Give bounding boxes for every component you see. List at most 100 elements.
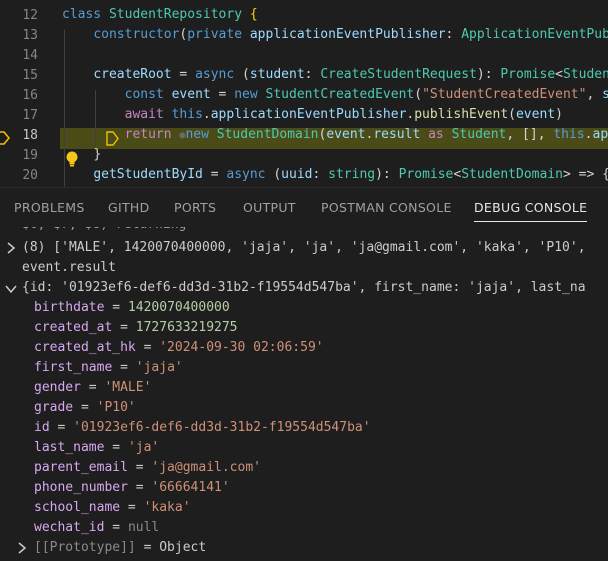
code-token: getStudentById bbox=[93, 167, 203, 182]
debug-console-output[interactable]: $6, $7, $8) returning * (8) ['MALE', 142… bbox=[0, 227, 608, 561]
code-editor[interactable]: 3 12class StudentRepository {13 construc… bbox=[0, 0, 608, 187]
code-token: async bbox=[226, 167, 274, 182]
property-key: wechat_id bbox=[34, 520, 105, 535]
property-value: 1727633219275 bbox=[135, 320, 238, 335]
code-token: { bbox=[249, 7, 258, 22]
property-row[interactable]: created_at_hk = '2024-09-30 02:06:59' bbox=[34, 338, 324, 358]
code-token: ApplicationEventPubli bbox=[461, 27, 608, 42]
code-token: ( bbox=[414, 87, 423, 102]
code-token: } bbox=[93, 147, 102, 162]
console-log-line-partial: $6, $7, $8) returning * bbox=[22, 227, 202, 235]
property-row[interactable]: created_at = 1727633219275 bbox=[34, 318, 238, 338]
equals-sign: = bbox=[49, 420, 74, 435]
prototype-row[interactable]: [[Prototype]] = Object bbox=[34, 538, 206, 558]
property-key: parent_email bbox=[34, 460, 128, 475]
tab-postman-console[interactable]: POSTMAN CONSOLE bbox=[321, 188, 452, 228]
code-line[interactable]: return ●new StudentDomain(event.result a… bbox=[62, 125, 608, 145]
property-key: created_at_hk bbox=[34, 340, 136, 355]
code-token: ( bbox=[242, 67, 250, 82]
property-row[interactable]: id = '01923ef6-def6-dd3d-31b2-f19554d547… bbox=[34, 418, 371, 438]
code-token: StudentRepository bbox=[108, 7, 243, 22]
code-token: uuid bbox=[281, 167, 313, 182]
code-token: Promise bbox=[500, 67, 556, 82]
line-number: 16 bbox=[22, 88, 38, 103]
code-line[interactable]: const event = new StudentCreatedEvent("S… bbox=[62, 85, 608, 105]
property-row[interactable]: grade = 'P10' bbox=[34, 398, 136, 418]
property-row[interactable]: last_name = 'ja' bbox=[34, 438, 159, 458]
line-number: 15 bbox=[22, 68, 38, 83]
equals-sign: = bbox=[112, 360, 136, 375]
lightbulb-icon[interactable] bbox=[64, 150, 80, 168]
property-row[interactable]: first_name = 'jaja' bbox=[34, 358, 183, 378]
chevron-down-icon[interactable] bbox=[5, 284, 17, 294]
code-token: event bbox=[171, 87, 211, 102]
tab-ports[interactable]: PORTS bbox=[174, 188, 216, 228]
code-token: = bbox=[210, 87, 235, 102]
property-row[interactable]: school_name = 'kaka' bbox=[34, 498, 191, 518]
property-value: 'ja@gmail.com' bbox=[151, 460, 261, 475]
property-value: 'jaja' bbox=[135, 360, 183, 375]
chevron-right-icon[interactable] bbox=[6, 242, 16, 254]
equals-sign: = bbox=[127, 460, 152, 475]
code-token: publishEvent bbox=[414, 107, 509, 122]
code-token: ( bbox=[508, 107, 516, 122]
tab-githd[interactable]: GITHD bbox=[108, 188, 150, 228]
breakpoint-arrow-icon[interactable] bbox=[0, 130, 10, 146]
property-key: last_name bbox=[34, 440, 105, 455]
code-line[interactable]: class StudentRepository { bbox=[62, 5, 258, 25]
inline-breakpoint-icon[interactable] bbox=[106, 131, 119, 146]
code-line[interactable]: await this.applicationEventPublisher.pub… bbox=[62, 105, 563, 125]
code-token: CreateStudentRequest bbox=[320, 67, 477, 82]
code-line[interactable]: getStudentById = async (uuid: string): P… bbox=[62, 165, 608, 185]
code-token: . bbox=[584, 127, 593, 142]
equals-sign: = bbox=[135, 340, 160, 355]
property-row[interactable]: wechat_id = null bbox=[34, 518, 159, 538]
code-token: return bbox=[124, 127, 180, 142]
property-row[interactable]: phone_number = '66664141' bbox=[34, 478, 230, 498]
code-token: = bbox=[171, 67, 196, 82]
property-value: '2024-09-30 02:06:59' bbox=[159, 340, 324, 355]
code-token: = bbox=[202, 167, 227, 182]
object-summary[interactable]: {id: '01923ef6-def6-dd3d-31b2-f19554d547… bbox=[22, 278, 586, 298]
tab-debug-console[interactable]: DEBUG CONSOLE bbox=[474, 188, 588, 228]
code-token: StudentD bbox=[562, 67, 608, 82]
code-token: private bbox=[187, 27, 250, 42]
equals-sign: = bbox=[73, 400, 97, 415]
code-token: StudentDomain bbox=[216, 127, 319, 142]
equals-sign: = bbox=[104, 520, 128, 535]
property-value: 'MALE' bbox=[104, 380, 152, 395]
property-value: '01923ef6-def6-dd3d-31b2-f19554d547ba' bbox=[73, 420, 371, 435]
line-number: 17 bbox=[22, 108, 38, 123]
code-token: "StudentCreatedEvent" bbox=[422, 87, 587, 102]
console-array-line[interactable]: (8) ['MALE', 1420070400000, 'jaja', 'ja'… bbox=[22, 238, 586, 258]
property-row[interactable]: parent_email = 'ja@gmail.com' bbox=[34, 458, 261, 478]
code-token: : bbox=[445, 27, 462, 42]
property-value: '66664141' bbox=[151, 480, 230, 495]
property-key: first_name bbox=[34, 360, 113, 375]
code-token: ): bbox=[476, 67, 501, 82]
property-row[interactable]: birthdate = 1420070400000 bbox=[34, 298, 230, 318]
code-token: StudentDomain bbox=[461, 167, 563, 182]
code-token: applicationEventPublisher bbox=[249, 27, 446, 42]
property-value: null bbox=[127, 520, 160, 535]
code-token: event bbox=[326, 127, 366, 142]
property-key: grade bbox=[34, 400, 74, 415]
code-line[interactable]: constructor(private applicationEventPubl… bbox=[62, 25, 608, 45]
equals-sign: = bbox=[127, 480, 152, 495]
code-token: applicationEventPublisher bbox=[210, 107, 407, 122]
equals-sign: = bbox=[104, 440, 128, 455]
tab-output[interactable]: OUTPUT bbox=[243, 188, 296, 228]
code-token: ( bbox=[273, 167, 282, 182]
chevron-right-icon[interactable] bbox=[17, 542, 27, 554]
property-row[interactable]: gender = 'MALE' bbox=[34, 378, 151, 398]
code-token: : bbox=[312, 167, 329, 182]
line-number: 14 bbox=[22, 48, 38, 63]
property-value: 1420070400000 bbox=[127, 300, 230, 315]
tab-problems[interactable]: PROBLEMS bbox=[14, 188, 85, 228]
code-line[interactable]: createRoot = async (student: CreateStude… bbox=[62, 65, 608, 85]
code-token: Promise bbox=[398, 167, 454, 182]
